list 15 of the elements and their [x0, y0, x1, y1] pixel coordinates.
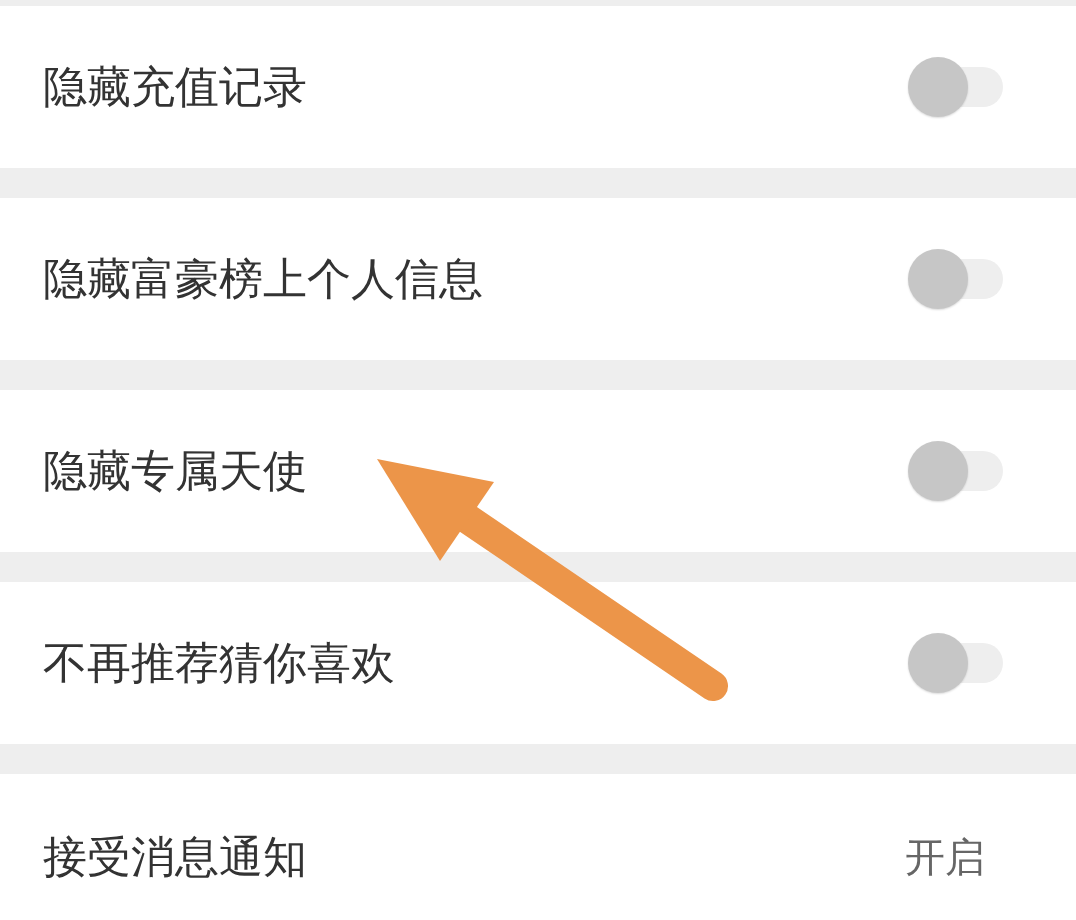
setting-label: 隐藏富豪榜上个人信息: [43, 251, 483, 306]
toggle-switch[interactable]: [908, 57, 1003, 117]
settings-row[interactable]: 接受消息通知 开启: [0, 774, 1076, 920]
toggle-switch[interactable]: [908, 249, 1003, 309]
setting-label: 接受消息通知: [43, 829, 307, 884]
setting-label: 隐藏充值记录: [43, 59, 307, 114]
setting-value[interactable]: 开启: [905, 829, 985, 885]
settings-row[interactable]: 隐藏专属天使: [0, 390, 1076, 552]
settings-row[interactable]: 隐藏富豪榜上个人信息: [0, 198, 1076, 360]
setting-label: 不再推荐猜你喜欢: [43, 635, 395, 690]
settings-row[interactable]: 隐藏充值记录: [0, 6, 1076, 168]
setting-label: 隐藏专属天使: [43, 443, 307, 498]
settings-row[interactable]: 不再推荐猜你喜欢: [0, 582, 1076, 744]
toggle-switch[interactable]: [908, 633, 1003, 693]
toggle-switch[interactable]: [908, 441, 1003, 501]
